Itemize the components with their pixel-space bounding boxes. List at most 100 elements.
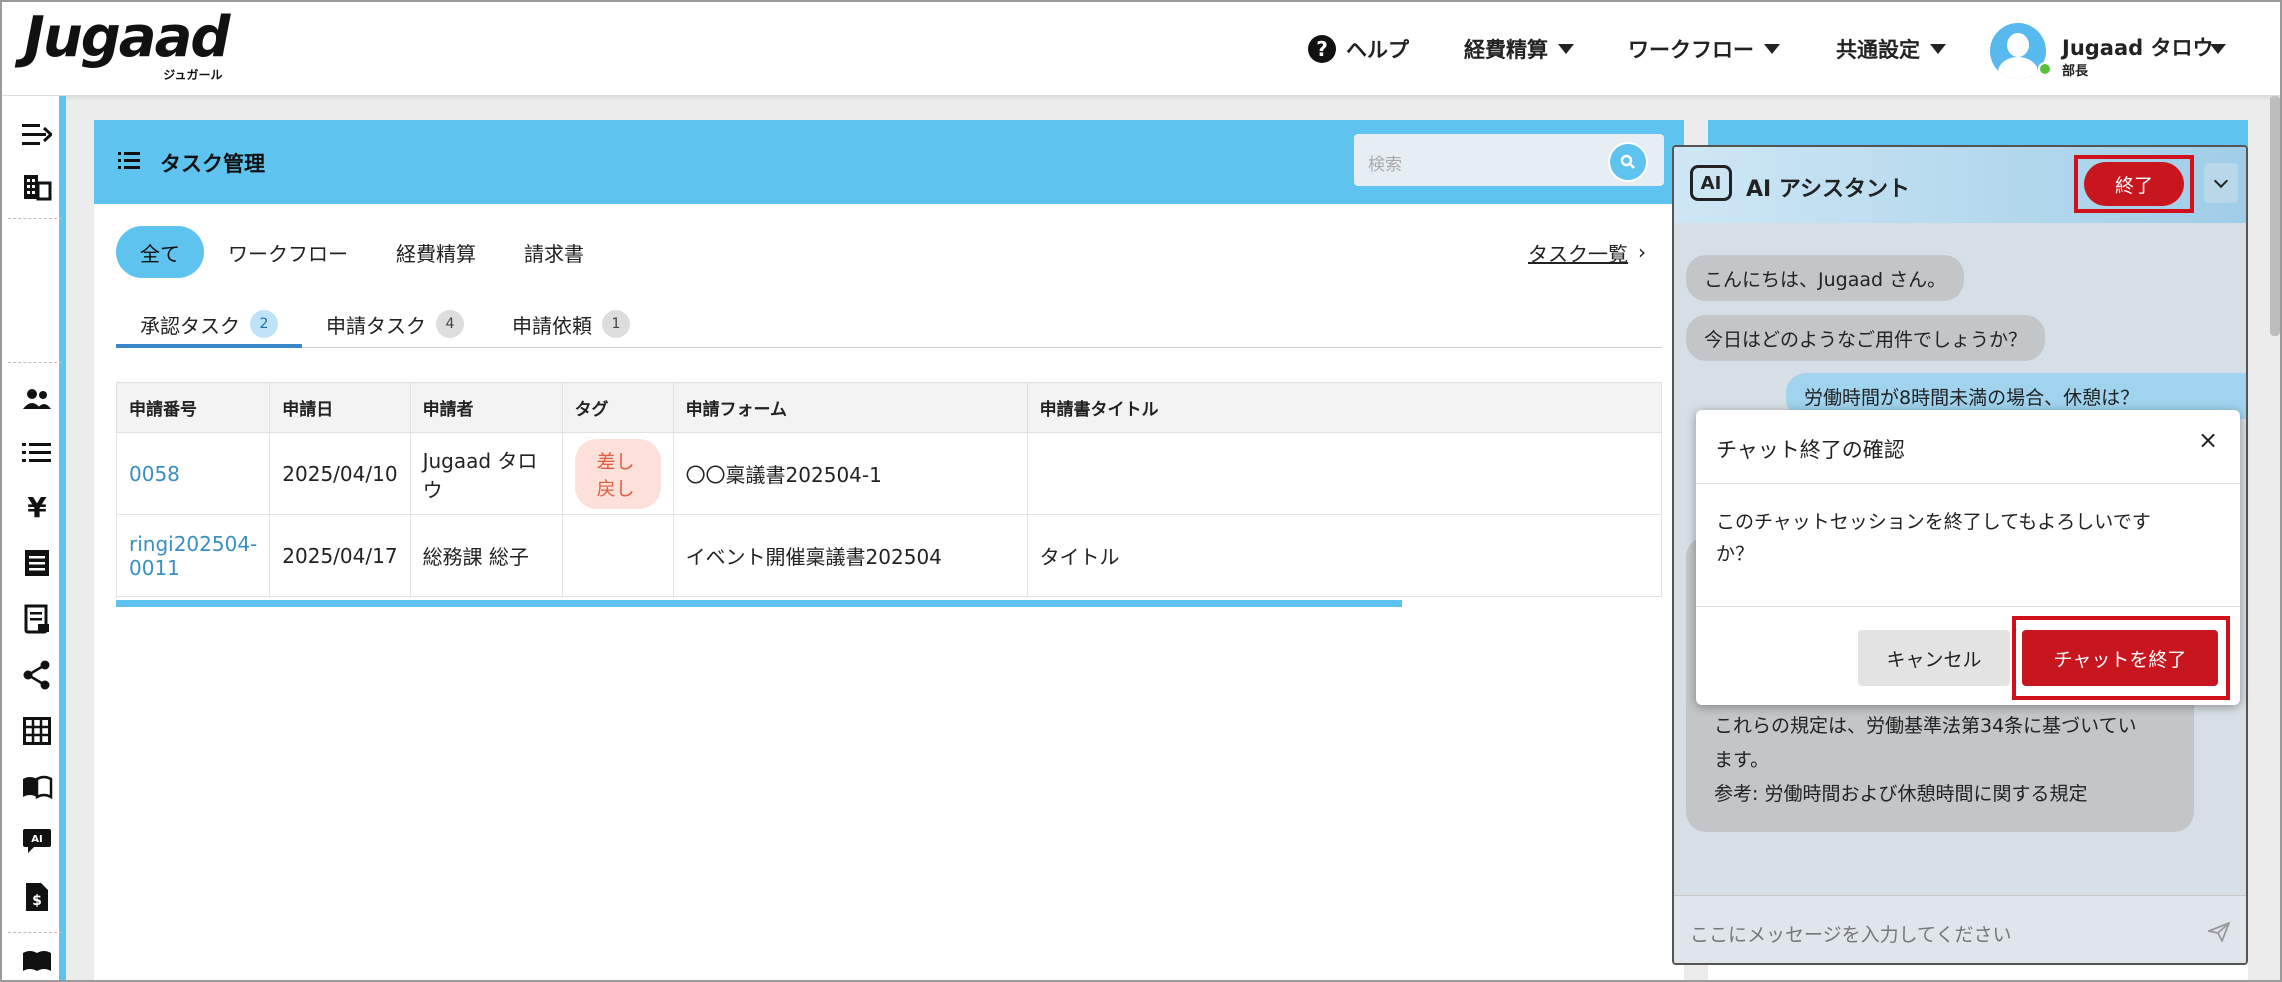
invoice-icon[interactable] xyxy=(20,602,54,636)
dialog-message-line: か？ xyxy=(1716,543,1755,565)
application-number-link[interactable]: 0058 xyxy=(115,432,271,515)
table-cell xyxy=(1026,432,1663,515)
tab-application-requests[interactable]: 申請依頼 1 xyxy=(488,298,654,348)
caret-down-icon xyxy=(1764,44,1780,54)
tab-label: 承認タスク xyxy=(140,314,240,338)
column-header[interactable]: 申請フォーム xyxy=(672,382,1028,433)
logo-text: Jugaad xyxy=(24,5,230,70)
message-line: 参考: 労働時間および休憩時間に関する規定 xyxy=(1714,783,2088,805)
table-cell: 差し戻し xyxy=(561,432,674,515)
app-window: Jugaad ジュガール ? ヘルプ 経費精算 ワークフロー 共通設定 Juga… xyxy=(0,0,2282,982)
divider xyxy=(1696,606,2240,607)
menu-expand-icon[interactable] xyxy=(20,118,54,152)
send-icon[interactable] xyxy=(2208,922,2230,942)
dialog-title: チャット終了の確認 xyxy=(1716,438,1905,462)
column-header[interactable]: タグ xyxy=(561,382,674,433)
search-icon xyxy=(1620,154,1635,169)
svg-text:AI: AI xyxy=(31,834,42,845)
task-table: 申請番号 申請日 申請者 タグ 申請フォーム 申請書タイトル 0058 2025… xyxy=(115,382,1663,597)
nav-expense-label: 経費精算 xyxy=(1464,38,1548,62)
column-header[interactable]: 申請日 xyxy=(269,382,411,433)
user-name[interactable]: Jugaad タロウ xyxy=(2062,32,2213,62)
ai-chat-icon[interactable]: AI xyxy=(20,824,54,858)
tab-all[interactable]: 全て xyxy=(116,226,204,278)
tab-label: 申請タスク xyxy=(326,314,426,338)
assistant-message: 今日はどのようなご用件でしょうか？ xyxy=(1686,315,2046,361)
message-input-placeholder: ここにメッセージを入力してください xyxy=(1690,924,2012,946)
nav-workflow-label: ワークフロー xyxy=(1628,38,1754,62)
left-sidebar: ¥ AI $ xyxy=(2,96,66,980)
vertical-scrollbar[interactable] xyxy=(2270,96,2280,336)
app-logo[interactable]: Jugaad ジュガール xyxy=(24,5,230,83)
tab-expense[interactable]: 経費精算 xyxy=(372,226,500,278)
table-cell: 2025/04/10 xyxy=(269,432,411,515)
nav-settings-menu[interactable]: 共通設定 xyxy=(1836,2,1946,96)
message-input[interactable]: ここにメッセージを入力してください xyxy=(1674,895,2246,963)
search-button[interactable] xyxy=(1608,142,1648,182)
confirm-end-chat-button[interactable]: チャットを終了 xyxy=(2022,630,2218,686)
list-icon xyxy=(118,152,140,170)
collapse-button[interactable] xyxy=(2204,163,2238,203)
caret-down-icon xyxy=(1558,44,1574,54)
ai-assistant-icon: AI xyxy=(1690,165,1732,201)
end-chat-confirm-dialog: チャット終了の確認 × このチャットセッションを終了してもよろしいです か？ キ… xyxy=(1696,410,2240,705)
task-management-panel: タスク管理 検索 全て ワークフロー 経費精算 請求書 タスク一覧 › 承認タス… xyxy=(94,120,1684,980)
chat-header: AI AI アシスタント 終了 xyxy=(1674,147,2246,223)
divider xyxy=(1696,483,2240,484)
user-role: 部長 xyxy=(2062,64,2089,79)
caret-down-icon xyxy=(1930,44,1946,54)
table-row[interactable]: 0058 2025/04/10 Jugaad タロウ 差し戻し 〇〇稟議書202… xyxy=(115,432,1663,515)
category-tabs: 全て ワークフロー 経費精算 請求書 xyxy=(116,226,608,278)
chevron-right-icon: › xyxy=(1638,240,1646,264)
expense-document-icon[interactable]: $ xyxy=(20,880,54,914)
chat-title: AI アシスタント xyxy=(1746,177,1910,202)
count-badge: 4 xyxy=(436,310,464,338)
manual-book-icon[interactable] xyxy=(20,770,54,804)
table-cell: Jugaad タロウ xyxy=(409,432,563,515)
task-list-icon[interactable] xyxy=(20,436,54,470)
svg-text:$: $ xyxy=(32,893,42,909)
table-cell: 総務課 総子 xyxy=(409,514,563,597)
table-row[interactable]: ringi202504-0011 2025/04/17 総務課 総子 イベント開… xyxy=(115,514,1663,597)
nav-workflow-menu[interactable]: ワークフロー xyxy=(1628,2,1780,96)
nav-settings-label: 共通設定 xyxy=(1836,38,1920,62)
panel-title: タスク管理 xyxy=(160,152,265,176)
yen-icon[interactable]: ¥ xyxy=(20,490,54,524)
horizontal-scrollbar[interactable] xyxy=(116,600,1402,607)
table-cell xyxy=(561,514,674,597)
count-badge: 2 xyxy=(250,310,278,338)
tab-invoice[interactable]: 請求書 xyxy=(500,226,608,278)
help-icon: ? xyxy=(1308,35,1336,63)
column-header[interactable]: 申請書タイトル xyxy=(1026,382,1663,433)
close-icon[interactable]: × xyxy=(2194,426,2222,454)
table-cell: 2025/04/17 xyxy=(269,514,411,597)
company-building-icon[interactable] xyxy=(20,170,54,204)
message-line: ます。 xyxy=(1714,749,1770,771)
task-list-link[interactable]: タスク一覧 xyxy=(1528,238,1628,267)
tab-approval-tasks[interactable]: 承認タスク 2 xyxy=(116,298,302,348)
table-cell: 〇〇稟議書202504‐1 xyxy=(672,432,1028,515)
share-icon[interactable] xyxy=(20,658,54,692)
application-number-link[interactable]: ringi202504-0011 xyxy=(115,514,271,597)
tab-label: 申請依頼 xyxy=(512,314,592,338)
tab-application-tasks[interactable]: 申請タスク 4 xyxy=(302,298,488,348)
users-icon[interactable] xyxy=(20,382,54,416)
book-open-icon[interactable] xyxy=(20,944,54,978)
panel-header: タスク管理 検索 xyxy=(94,120,1684,204)
logo-subtitle: ジュガール xyxy=(163,68,223,82)
top-header: Jugaad ジュガール ? ヘルプ 経費精算 ワークフロー 共通設定 Juga… xyxy=(2,2,2280,96)
user-menu-caret-icon[interactable] xyxy=(2210,44,2226,54)
column-header[interactable]: 申請番号 xyxy=(115,382,271,433)
document-list-icon[interactable] xyxy=(20,546,54,580)
tab-workflow[interactable]: ワークフロー xyxy=(204,226,372,278)
cancel-button[interactable]: キャンセル xyxy=(1858,630,2010,686)
nav-help[interactable]: ? ヘルプ xyxy=(1308,2,1409,96)
column-header[interactable]: 申請者 xyxy=(409,382,563,433)
grid-table-icon[interactable] xyxy=(20,714,54,748)
chevron-down-icon xyxy=(2213,173,2229,188)
end-chat-button[interactable]: 終了 xyxy=(2084,162,2184,206)
table-cell: タイトル xyxy=(1026,514,1663,597)
table-cell: イベント開催稟議書202504 xyxy=(672,514,1028,597)
count-badge: 1 xyxy=(602,310,630,338)
nav-expense-menu[interactable]: 経費精算 xyxy=(1464,2,1574,96)
